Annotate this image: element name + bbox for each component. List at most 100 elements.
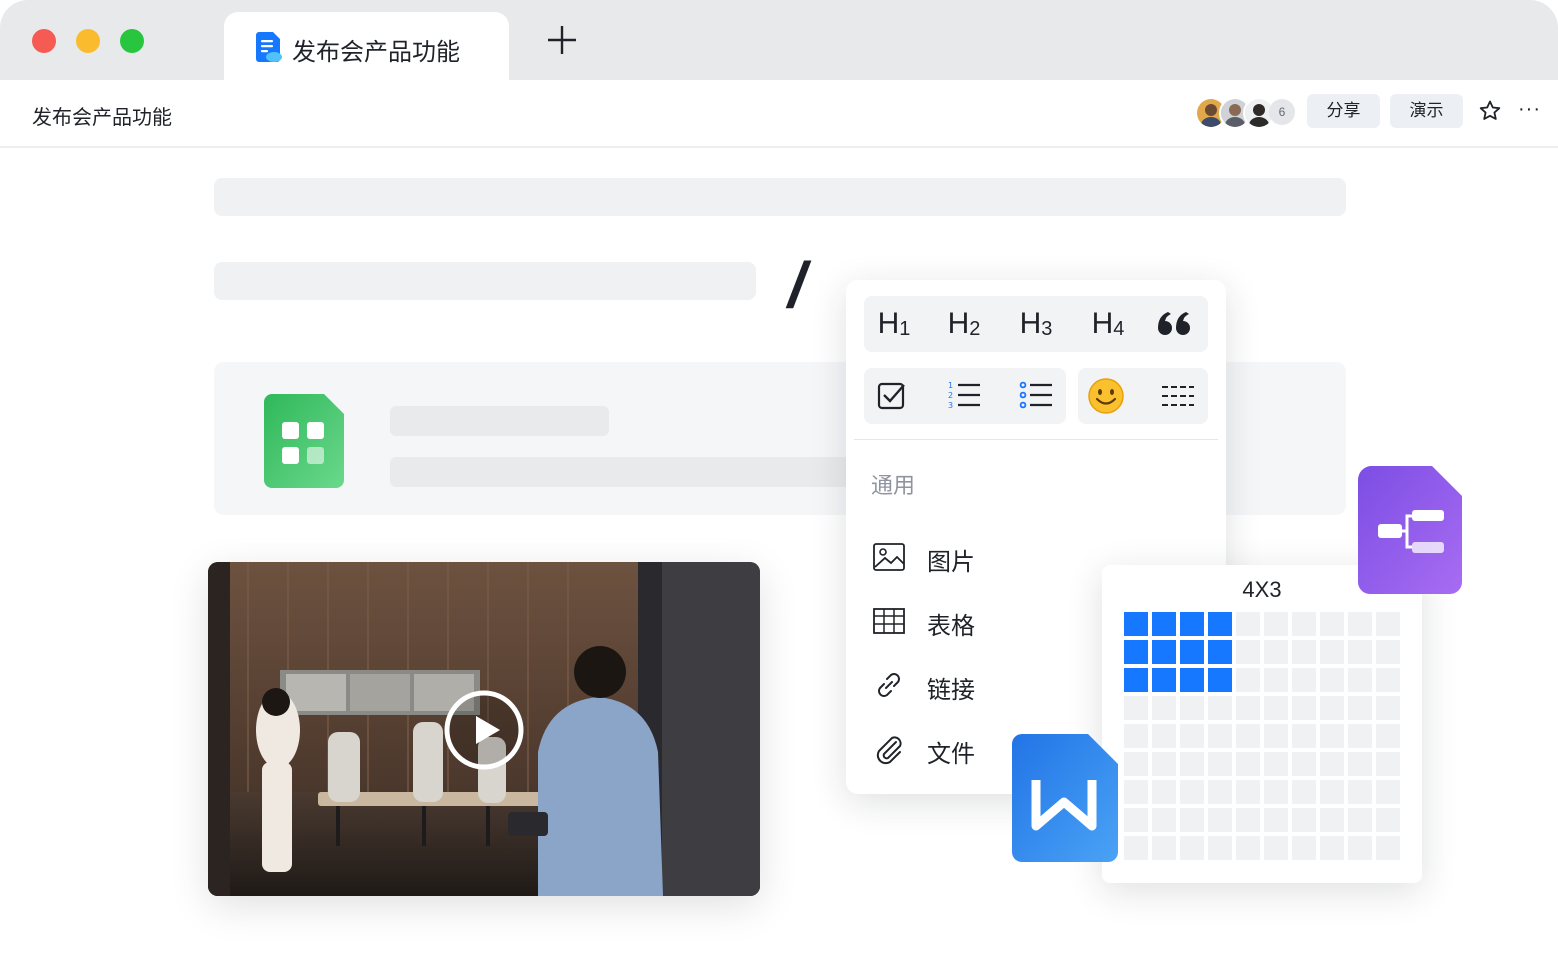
ordered-list-icon[interactable]: 123 bbox=[944, 376, 984, 416]
table-grid-cell[interactable] bbox=[1152, 780, 1176, 804]
table-grid-cell[interactable] bbox=[1320, 668, 1344, 692]
table-grid-cell[interactable] bbox=[1320, 752, 1344, 776]
star-icon[interactable] bbox=[1478, 99, 1502, 123]
table-grid-cell[interactable] bbox=[1348, 668, 1372, 692]
table-grid-cell[interactable] bbox=[1180, 668, 1204, 692]
table-grid-cell[interactable] bbox=[1124, 836, 1148, 860]
table-grid-cell[interactable] bbox=[1348, 696, 1372, 720]
table-grid-cell[interactable] bbox=[1264, 780, 1288, 804]
table-grid-cell[interactable] bbox=[1264, 612, 1288, 636]
table-grid-cell[interactable] bbox=[1124, 612, 1148, 636]
table-grid-cell[interactable] bbox=[1292, 808, 1316, 832]
table-grid-cell[interactable] bbox=[1208, 780, 1232, 804]
menu-item-link[interactable]: 链接 bbox=[872, 664, 1072, 704]
table-grid-cell[interactable] bbox=[1208, 612, 1232, 636]
document-tab[interactable]: 发布会产品功能 bbox=[224, 12, 509, 80]
table-grid-cell[interactable] bbox=[1292, 640, 1316, 664]
table-grid-cell[interactable] bbox=[1208, 640, 1232, 664]
table-grid-cell[interactable] bbox=[1124, 808, 1148, 832]
table-grid-cell[interactable] bbox=[1264, 640, 1288, 664]
video-embed[interactable] bbox=[208, 562, 760, 896]
table-grid-cell[interactable] bbox=[1292, 724, 1316, 748]
heading-2-button[interactable]: H2 bbox=[934, 302, 994, 346]
table-grid-cell[interactable] bbox=[1124, 668, 1148, 692]
table-grid-cell[interactable] bbox=[1376, 752, 1400, 776]
table-grid-cell[interactable] bbox=[1152, 696, 1176, 720]
table-grid-cell[interactable] bbox=[1264, 696, 1288, 720]
table-grid-cell[interactable] bbox=[1348, 752, 1372, 776]
table-grid-cell[interactable] bbox=[1236, 640, 1260, 664]
table-grid-cell[interactable] bbox=[1180, 836, 1204, 860]
table-grid-cell[interactable] bbox=[1236, 696, 1260, 720]
heading-3-button[interactable]: H3 bbox=[1006, 302, 1066, 346]
table-grid-cell[interactable] bbox=[1124, 752, 1148, 776]
table-grid-cell[interactable] bbox=[1376, 780, 1400, 804]
table-grid-cell[interactable] bbox=[1376, 836, 1400, 860]
table-grid-cell[interactable] bbox=[1376, 612, 1400, 636]
table-grid-cell[interactable] bbox=[1264, 668, 1288, 692]
close-window-button[interactable] bbox=[32, 29, 56, 53]
table-size-grid[interactable] bbox=[1124, 612, 1404, 864]
table-grid-cell[interactable] bbox=[1236, 612, 1260, 636]
play-icon[interactable] bbox=[444, 690, 524, 770]
table-grid-cell[interactable] bbox=[1152, 808, 1176, 832]
table-grid-cell[interactable] bbox=[1208, 668, 1232, 692]
divider-icon[interactable] bbox=[1158, 376, 1198, 416]
table-grid-cell[interactable] bbox=[1208, 836, 1232, 860]
table-grid-cell[interactable] bbox=[1180, 752, 1204, 776]
bullet-list-icon[interactable] bbox=[1016, 376, 1056, 416]
table-grid-cell[interactable] bbox=[1292, 780, 1316, 804]
maximize-window-button[interactable] bbox=[120, 29, 144, 53]
table-grid-cell[interactable] bbox=[1152, 836, 1176, 860]
table-grid-cell[interactable] bbox=[1180, 696, 1204, 720]
table-grid-cell[interactable] bbox=[1124, 640, 1148, 664]
table-grid-cell[interactable] bbox=[1292, 752, 1316, 776]
table-grid-cell[interactable] bbox=[1180, 724, 1204, 748]
table-grid-cell[interactable] bbox=[1264, 724, 1288, 748]
table-grid-cell[interactable] bbox=[1376, 640, 1400, 664]
table-grid-cell[interactable] bbox=[1320, 696, 1344, 720]
minimize-window-button[interactable] bbox=[76, 29, 100, 53]
heading-1-button[interactable]: H1 bbox=[864, 302, 924, 346]
table-grid-cell[interactable] bbox=[1180, 780, 1204, 804]
table-grid-cell[interactable] bbox=[1124, 780, 1148, 804]
table-grid-cell[interactable] bbox=[1376, 724, 1400, 748]
table-grid-cell[interactable] bbox=[1292, 696, 1316, 720]
table-grid-cell[interactable] bbox=[1152, 724, 1176, 748]
table-grid-cell[interactable] bbox=[1320, 640, 1344, 664]
table-grid-cell[interactable] bbox=[1320, 724, 1344, 748]
table-grid-cell[interactable] bbox=[1236, 836, 1260, 860]
table-grid-cell[interactable] bbox=[1180, 612, 1204, 636]
quote-icon[interactable] bbox=[1150, 308, 1206, 340]
table-grid-cell[interactable] bbox=[1348, 640, 1372, 664]
table-grid-cell[interactable] bbox=[1320, 780, 1344, 804]
more-icon[interactable]: ··· bbox=[1518, 98, 1541, 121]
table-grid-cell[interactable] bbox=[1152, 752, 1176, 776]
heading-4-button[interactable]: H4 bbox=[1078, 302, 1138, 346]
table-grid-cell[interactable] bbox=[1292, 612, 1316, 636]
table-grid-cell[interactable] bbox=[1376, 808, 1400, 832]
table-grid-cell[interactable] bbox=[1236, 752, 1260, 776]
table-grid-cell[interactable] bbox=[1348, 612, 1372, 636]
menu-item-table[interactable]: 表格 bbox=[872, 600, 1072, 640]
emoji-icon[interactable] bbox=[1086, 376, 1126, 416]
table-grid-cell[interactable] bbox=[1376, 668, 1400, 692]
collaborator-avatars[interactable]: 6 bbox=[1195, 97, 1300, 129]
plus-icon[interactable] bbox=[546, 24, 578, 56]
menu-item-image[interactable]: 图片 bbox=[872, 536, 1072, 576]
table-grid-cell[interactable] bbox=[1208, 752, 1232, 776]
table-grid-cell[interactable] bbox=[1348, 780, 1372, 804]
table-grid-cell[interactable] bbox=[1124, 696, 1148, 720]
table-grid-cell[interactable] bbox=[1348, 724, 1372, 748]
table-grid-cell[interactable] bbox=[1264, 836, 1288, 860]
table-grid-cell[interactable] bbox=[1292, 836, 1316, 860]
present-button[interactable]: 演示 bbox=[1390, 94, 1463, 128]
table-grid-cell[interactable] bbox=[1376, 696, 1400, 720]
table-grid-cell[interactable] bbox=[1320, 808, 1344, 832]
table-grid-cell[interactable] bbox=[1124, 724, 1148, 748]
table-grid-cell[interactable] bbox=[1208, 696, 1232, 720]
table-grid-cell[interactable] bbox=[1152, 612, 1176, 636]
table-grid-cell[interactable] bbox=[1180, 808, 1204, 832]
checkbox-icon[interactable] bbox=[872, 376, 912, 416]
table-grid-cell[interactable] bbox=[1264, 752, 1288, 776]
